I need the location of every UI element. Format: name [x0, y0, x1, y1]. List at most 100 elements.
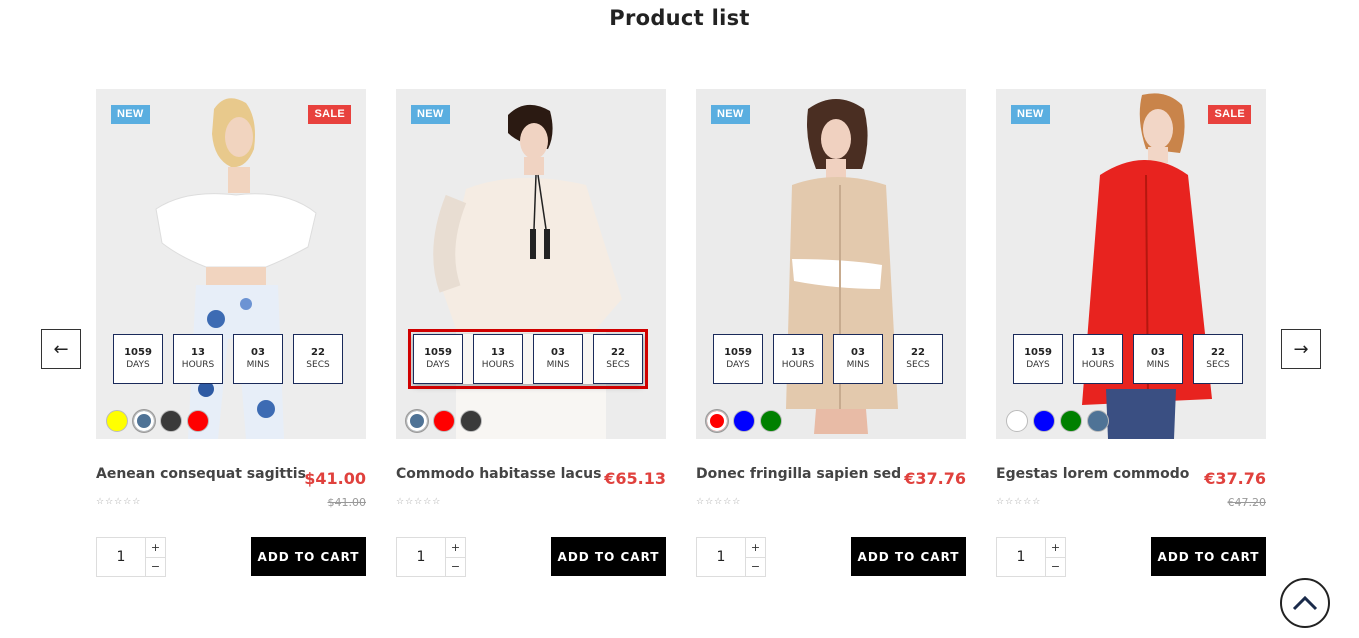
sale-badge: SALE — [1208, 105, 1251, 124]
countdown-days: 1059 DAYS — [113, 334, 163, 384]
rating-stars: ☆☆☆☆☆ — [696, 497, 742, 507]
countdown-mins-label: MINS — [546, 360, 570, 370]
product-name[interactable]: Aenean consequat sagittis — [96, 466, 306, 482]
product-price: $41.00 — [304, 469, 366, 488]
quantity-input[interactable]: 1 — [97, 538, 145, 576]
color-swatch[interactable] — [1033, 410, 1055, 432]
quantity-stepper[interactable]: 1 + − — [696, 537, 766, 577]
countdown-hours: 13 HOURS — [1073, 334, 1123, 384]
countdown-mins-label: MINS — [246, 360, 270, 370]
countdown-secs: 22 SECS — [1193, 334, 1243, 384]
countdown-hours-value: 13 — [191, 347, 205, 358]
carousel-next-button[interactable]: → — [1281, 329, 1321, 369]
product-price: €37.76 — [1204, 469, 1266, 488]
add-to-cart-button[interactable]: ADD TO CART — [251, 537, 366, 576]
scroll-to-top-button[interactable] — [1280, 578, 1330, 628]
product-image[interactable]: NEW 1059 DAYS 13 HOURS 03 MINS 22 SECS — [696, 89, 966, 439]
color-swatch[interactable] — [1060, 410, 1082, 432]
countdown-mins-value: 03 — [251, 347, 265, 358]
countdown-secs-label: SECS — [606, 360, 630, 370]
product-card[interactable]: NEW SALE 1059 DAYS 13 HOURS 03 MINS 22 S… — [996, 89, 1266, 589]
quantity-input[interactable]: 1 — [997, 538, 1045, 576]
countdown-mins-label: MINS — [1146, 360, 1170, 370]
quantity-input[interactable]: 1 — [397, 538, 445, 576]
countdown-mins-value: 03 — [851, 347, 865, 358]
new-badge: NEW — [1011, 105, 1050, 124]
product-image[interactable]: NEW SALE 1059 DAYS 13 HOURS 03 MINS 22 S… — [96, 89, 366, 439]
product-image[interactable]: NEW 1059 DAYS 13 HOURS 03 MINS 22 SECS — [396, 89, 666, 439]
quantity-decrease-button[interactable]: − — [146, 558, 165, 577]
countdown-secs-label: SECS — [906, 360, 930, 370]
quantity-stepper[interactable]: 1 + − — [396, 537, 466, 577]
product-price: €37.76 — [904, 469, 966, 488]
countdown-secs-label: SECS — [306, 360, 330, 370]
add-to-cart-button[interactable]: ADD TO CART — [551, 537, 666, 576]
countdown-secs-value: 22 — [911, 347, 925, 358]
add-to-cart-button[interactable]: ADD TO CART — [1151, 537, 1266, 576]
quantity-stepper[interactable]: 1 + − — [96, 537, 166, 577]
new-badge: NEW — [111, 105, 150, 124]
color-swatches — [106, 410, 209, 432]
product-price: €65.13 — [604, 469, 666, 488]
quantity-increase-button[interactable]: + — [146, 538, 165, 558]
color-swatch[interactable] — [133, 410, 155, 432]
countdown-mins-value: 03 — [1151, 347, 1165, 358]
product-card[interactable]: NEW 1059 DAYS 13 HOURS 03 MINS 22 SECS D… — [696, 89, 966, 589]
countdown-hours: 13 HOURS — [473, 334, 523, 384]
product-card[interactable]: NEW 1059 DAYS 13 HOURS 03 MINS 22 SECS C… — [396, 89, 666, 589]
color-swatch[interactable] — [406, 410, 428, 432]
page-title: Product list — [609, 6, 750, 30]
countdown-mins-value: 03 — [551, 347, 565, 358]
product-image-illustration — [996, 89, 1266, 439]
countdown-hours-value: 13 — [491, 347, 505, 358]
color-swatch[interactable] — [106, 410, 128, 432]
color-swatch[interactable] — [460, 410, 482, 432]
countdown-days-label: DAYS — [126, 360, 150, 370]
color-swatch[interactable] — [433, 410, 455, 432]
product-name[interactable]: Donec fringilla sapien sed — [696, 466, 901, 482]
quantity-decrease-button[interactable]: − — [446, 558, 465, 577]
new-badge: NEW — [711, 105, 750, 124]
countdown-days: 1059 DAYS — [413, 334, 463, 384]
product-image-illustration — [96, 89, 366, 439]
countdown-hours-label: HOURS — [481, 360, 515, 370]
product-card[interactable]: NEW SALE 1059 DAYS 13 HOURS 03 MINS 22 S… — [96, 89, 366, 589]
new-badge: NEW — [411, 105, 450, 124]
quantity-increase-button[interactable]: + — [446, 538, 465, 558]
product-old-price: €47.20 — [1227, 496, 1267, 509]
countdown-hours-value: 13 — [1091, 347, 1105, 358]
color-swatch[interactable] — [1087, 410, 1109, 432]
chevron-up-icon — [1292, 595, 1318, 611]
quantity-stepper[interactable]: 1 + − — [996, 537, 1066, 577]
countdown-timer: 1059 DAYS 13 HOURS 03 MINS 22 SECS — [713, 334, 943, 384]
color-swatch[interactable] — [160, 410, 182, 432]
quantity-increase-button[interactable]: + — [1046, 538, 1065, 558]
add-to-cart-button[interactable]: ADD TO CART — [851, 537, 966, 576]
countdown-timer: 1059 DAYS 13 HOURS 03 MINS 22 SECS — [1013, 334, 1243, 384]
product-name[interactable]: Commodo habitasse lacus — [396, 466, 601, 482]
countdown-hours: 13 HOURS — [773, 334, 823, 384]
rating-stars: ☆☆☆☆☆ — [396, 497, 442, 507]
color-swatch[interactable] — [1006, 410, 1028, 432]
countdown-secs-label: SECS — [1206, 360, 1230, 370]
quantity-input[interactable]: 1 — [697, 538, 745, 576]
color-swatch[interactable] — [733, 410, 755, 432]
countdown-mins: 03 MINS — [833, 334, 883, 384]
product-name[interactable]: Egestas lorem commodo — [996, 466, 1189, 482]
color-swatches — [406, 410, 482, 432]
product-old-price: $41.00 — [327, 496, 367, 509]
countdown-days-value: 1059 — [424, 347, 452, 358]
color-swatch[interactable] — [760, 410, 782, 432]
quantity-increase-button[interactable]: + — [746, 538, 765, 558]
countdown-secs: 22 SECS — [293, 334, 343, 384]
countdown-days-value: 1059 — [724, 347, 752, 358]
color-swatches — [706, 410, 782, 432]
rating-stars: ☆☆☆☆☆ — [96, 497, 142, 507]
quantity-decrease-button[interactable]: − — [746, 558, 765, 577]
product-image[interactable]: NEW SALE 1059 DAYS 13 HOURS 03 MINS 22 S… — [996, 89, 1266, 439]
carousel-prev-button[interactable]: ← — [41, 329, 81, 369]
quantity-decrease-button[interactable]: − — [1046, 558, 1065, 577]
color-swatch[interactable] — [187, 410, 209, 432]
countdown-secs: 22 SECS — [893, 334, 943, 384]
color-swatch[interactable] — [706, 410, 728, 432]
